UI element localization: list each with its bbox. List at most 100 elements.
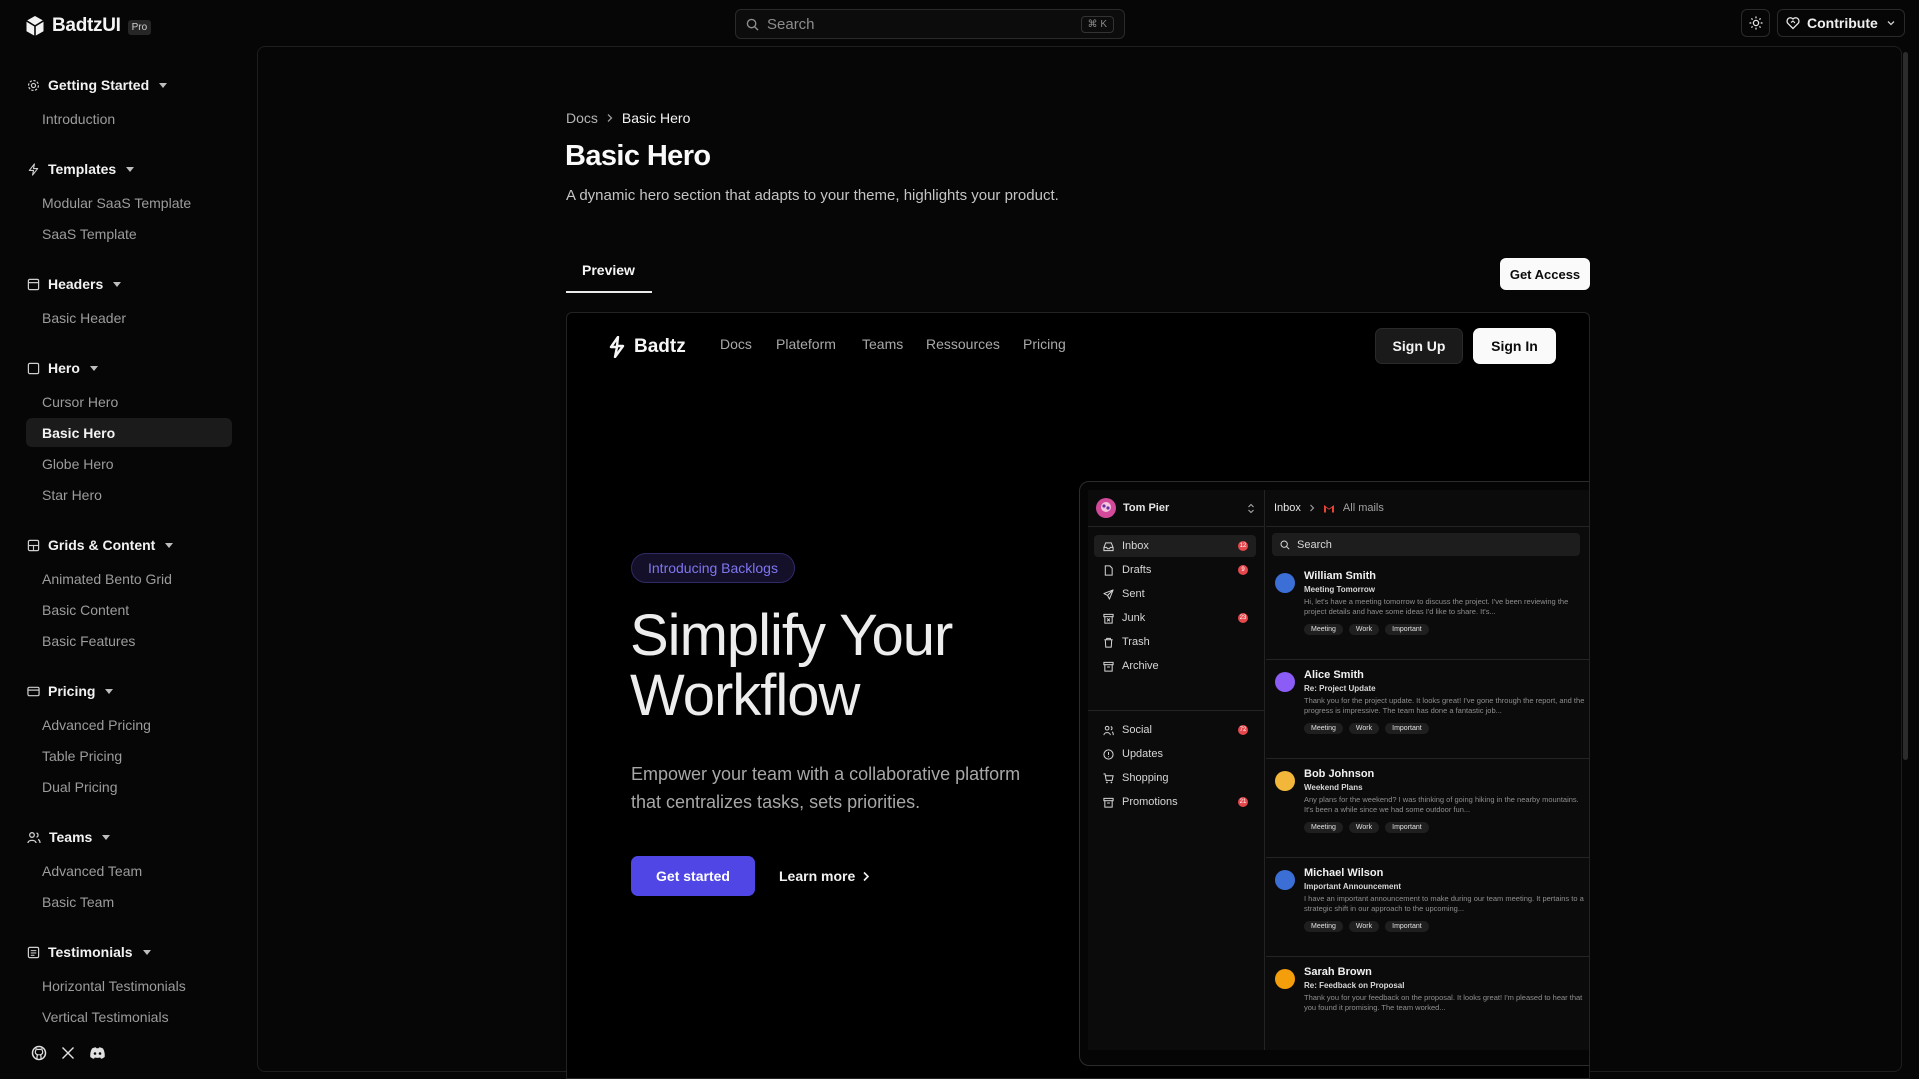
preview-brand-name: Badtz	[634, 336, 686, 357]
folder-shopping[interactable]: Shopping	[1094, 767, 1256, 789]
sidebar-item-horizontal-testimonials[interactable]: Horizontal Testimonials	[26, 971, 232, 1000]
github-icon[interactable]	[31, 1045, 47, 1061]
caret-down-icon	[105, 688, 114, 694]
sidebar-item-table-pricing[interactable]: Table Pricing	[26, 741, 232, 770]
get-started-button[interactable]: Get started	[631, 856, 755, 896]
sun-icon	[1749, 16, 1762, 30]
breadcrumb-docs-link[interactable]: Docs	[566, 110, 598, 126]
tag-badge: Work	[1348, 723, 1380, 734]
sidebar-group-testimonials[interactable]: Testimonials	[27, 944, 151, 960]
mail-tags: Meeting Work Important	[1304, 921, 1429, 932]
folder-inbox[interactable]: Inbox 12	[1094, 535, 1256, 557]
search-input[interactable]: Search ⌘ K	[735, 9, 1125, 39]
tag-badge: Work	[1348, 822, 1380, 833]
tag-badge: Work	[1348, 921, 1380, 932]
folder-archive[interactable]: Archive	[1094, 655, 1256, 677]
get-access-button[interactable]: Get Access	[1500, 258, 1590, 290]
sidebar-group-headers[interactable]: Headers	[27, 276, 122, 292]
account-switcher[interactable]: Tom Pier	[1088, 490, 1265, 527]
sidebar-item-advanced-team[interactable]: Advanced Team	[26, 856, 232, 885]
mail-preview: Any plans for the weekend? I was thinkin…	[1304, 795, 1579, 814]
mail-crumb-inbox[interactable]: Inbox	[1274, 502, 1301, 514]
preview-sign-up-button[interactable]: Sign Up	[1375, 328, 1463, 364]
search-icon	[1280, 540, 1290, 550]
sidebar-group-pricing[interactable]: Pricing	[27, 683, 114, 699]
intro-badge[interactable]: Introducing Backlogs	[631, 553, 795, 583]
mail-tags: Meeting Work Important	[1304, 822, 1429, 833]
preview-nav-ressources[interactable]: Ressources	[926, 336, 1000, 352]
mail-subject: Meeting Tomorrow	[1304, 585, 1375, 594]
sidebar-item-globe-hero[interactable]: Globe Hero	[26, 449, 232, 478]
mail-list-item[interactable]: Bob Johnson Weekend Plans Any plans for …	[1266, 759, 1589, 858]
sidebar-group-templates[interactable]: Templates	[27, 161, 135, 177]
sidebar-group-grids-content[interactable]: Grids & Content	[27, 537, 174, 553]
sidebar-group-getting-started[interactable]: Getting Started	[27, 77, 168, 93]
tab-preview[interactable]: Preview	[566, 260, 652, 293]
preview-nav-teams[interactable]: Teams	[862, 336, 903, 352]
sidebar-group-teams[interactable]: Teams	[27, 829, 111, 845]
sidebar-group-label: Testimonials	[48, 944, 133, 960]
x-twitter-icon[interactable]	[61, 1046, 75, 1060]
mail-list-pane: Inbox All mails Search William Smith Mee…	[1266, 490, 1589, 1050]
folder-promotions[interactable]: Promotions 21	[1094, 791, 1256, 813]
sidebar-item-star-hero[interactable]: Star Hero	[26, 480, 232, 509]
page-description: A dynamic hero section that adapts to yo…	[566, 187, 1059, 204]
folder-updates[interactable]: Updates	[1094, 743, 1256, 765]
sidebar-item-vertical-testimonials[interactable]: Vertical Testimonials	[26, 1002, 232, 1031]
sidebar-item-introduction[interactable]: Introduction	[26, 104, 232, 133]
hero-subtext: Empower your team with a collaborative p…	[631, 764, 1021, 812]
folder-sent[interactable]: Sent	[1094, 583, 1256, 605]
sidebar-item-animated-bento-grid[interactable]: Animated Bento Grid	[26, 564, 232, 593]
mail-list-item[interactable]: Alice Smith Re: Project Update Thank you…	[1266, 660, 1589, 759]
folder-drafts[interactable]: Drafts 9	[1094, 559, 1256, 581]
caret-down-icon	[159, 82, 168, 88]
preview-nav-pricing[interactable]: Pricing	[1023, 336, 1066, 352]
square-icon	[27, 362, 40, 374]
sidebar-group-hero[interactable]: Hero	[27, 360, 98, 376]
contribute-button[interactable]: Contribute	[1777, 9, 1905, 37]
sidebar-item-basic-header[interactable]: Basic Header	[26, 303, 232, 332]
preview-brand[interactable]: Badtz	[607, 336, 686, 358]
mail-search-input[interactable]: Search	[1272, 533, 1580, 556]
mail-tags: Meeting Work Important	[1304, 723, 1429, 734]
sidebar-item-basic-features[interactable]: Basic Features	[26, 626, 232, 655]
sidebar-item-basic-content[interactable]: Basic Content	[26, 595, 232, 624]
caret-down-icon	[113, 281, 122, 287]
sidebar-item-saas-template[interactable]: SaaS Template	[26, 219, 232, 248]
theme-toggle-button[interactable]	[1741, 9, 1770, 37]
sidebar-item-cursor-hero[interactable]: Cursor Hero	[26, 387, 232, 416]
discord-icon[interactable]	[89, 1046, 106, 1060]
scrollbar-thumb[interactable]	[1903, 52, 1908, 760]
users-icon	[1103, 725, 1114, 735]
unread-count-badge: 23	[1238, 613, 1248, 623]
mail-list-item[interactable]: Sarah Brown Re: Feedback on Proposal Tha…	[1266, 957, 1589, 1056]
social-links	[31, 1045, 106, 1061]
mail-crumb-all-mails[interactable]: All mails	[1343, 502, 1384, 514]
sidebar-item-dual-pricing[interactable]: Dual Pricing	[26, 772, 232, 801]
brand-logo[interactable]: BadtzUI Pro	[25, 15, 152, 37]
caret-down-icon	[142, 949, 151, 955]
preview-nav-docs[interactable]: Docs	[720, 336, 752, 352]
mail-subject: Weekend Plans	[1304, 783, 1363, 792]
sidebar-item-advanced-pricing[interactable]: Advanced Pricing	[26, 710, 232, 739]
learn-more-link[interactable]: Learn more	[779, 856, 870, 896]
folder-trash[interactable]: Trash	[1094, 631, 1256, 653]
sidebar-item-basic-team[interactable]: Basic Team	[26, 887, 232, 916]
folder-label: Promotions	[1122, 796, 1178, 808]
folder-social[interactable]: Social 72	[1094, 719, 1256, 741]
mail-app-mockup: Tom Pier Inbox 12 Drafts 9 Sent Junk 23 …	[1079, 481, 1589, 1066]
folder-junk[interactable]: Junk 23	[1094, 607, 1256, 629]
sidebar-item-basic-hero[interactable]: Basic Hero	[26, 418, 232, 447]
folder-divider	[1088, 710, 1265, 711]
sidebar-group-label: Templates	[48, 161, 117, 177]
mail-list-item[interactable]: Michael Wilson Important Announcement I …	[1266, 858, 1589, 957]
sidebar-item-modular-saas-template[interactable]: Modular SaaS Template	[26, 188, 232, 217]
mail-list-item[interactable]: William Smith Meeting Tomorrow Hi, let's…	[1266, 561, 1589, 660]
mail-sender: Alice Smith	[1304, 669, 1364, 681]
mail-breadcrumb: Inbox All mails	[1266, 490, 1589, 527]
mail-sidebar: Tom Pier Inbox 12 Drafts 9 Sent Junk 23 …	[1088, 490, 1265, 1050]
caret-down-icon	[102, 834, 111, 840]
mail-preview: I have an important announcement to make…	[1304, 894, 1584, 913]
preview-nav-plateform[interactable]: Plateform	[776, 336, 836, 352]
preview-sign-in-button[interactable]: Sign In	[1473, 328, 1556, 364]
